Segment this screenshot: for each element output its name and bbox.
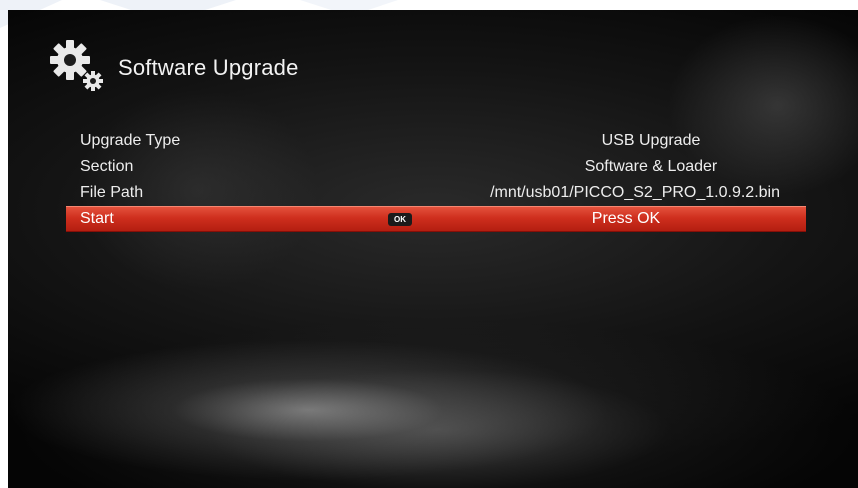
section-value: Software & Loader: [584, 158, 718, 175]
upgrade-type-row[interactable]: Upgrade Type USB Upgrade: [66, 128, 806, 154]
section-label: Section: [80, 158, 134, 175]
upgrade-type-value: USB Upgrade: [601, 132, 701, 149]
tv-screen: Software Upgrade Upgrade Type USB Upgrad…: [8, 10, 858, 488]
upgrade-menu: Upgrade Type USB Upgrade Section Softwar…: [66, 128, 806, 232]
file-path-label: File Path: [80, 184, 144, 201]
file-path-value: /mnt/usb01/PICCO_S2_PRO_1.0.9.2.bin: [490, 184, 780, 201]
section-row[interactable]: Section Software & Loader: [66, 154, 806, 180]
gear-icon: [48, 38, 104, 94]
page-title: Software Upgrade: [118, 55, 299, 80]
page-header: Software Upgrade: [48, 36, 299, 96]
upgrade-type-label: Upgrade Type: [80, 132, 181, 149]
start-value: Press OK: [591, 210, 661, 227]
start-label: Start: [80, 210, 114, 227]
start-row[interactable]: Start OK Press OK: [66, 206, 806, 232]
ok-key-badge: OK: [388, 213, 412, 226]
file-path-row[interactable]: File Path /mnt/usb01/PICCO_S2_PRO_1.0.9.…: [66, 180, 806, 206]
